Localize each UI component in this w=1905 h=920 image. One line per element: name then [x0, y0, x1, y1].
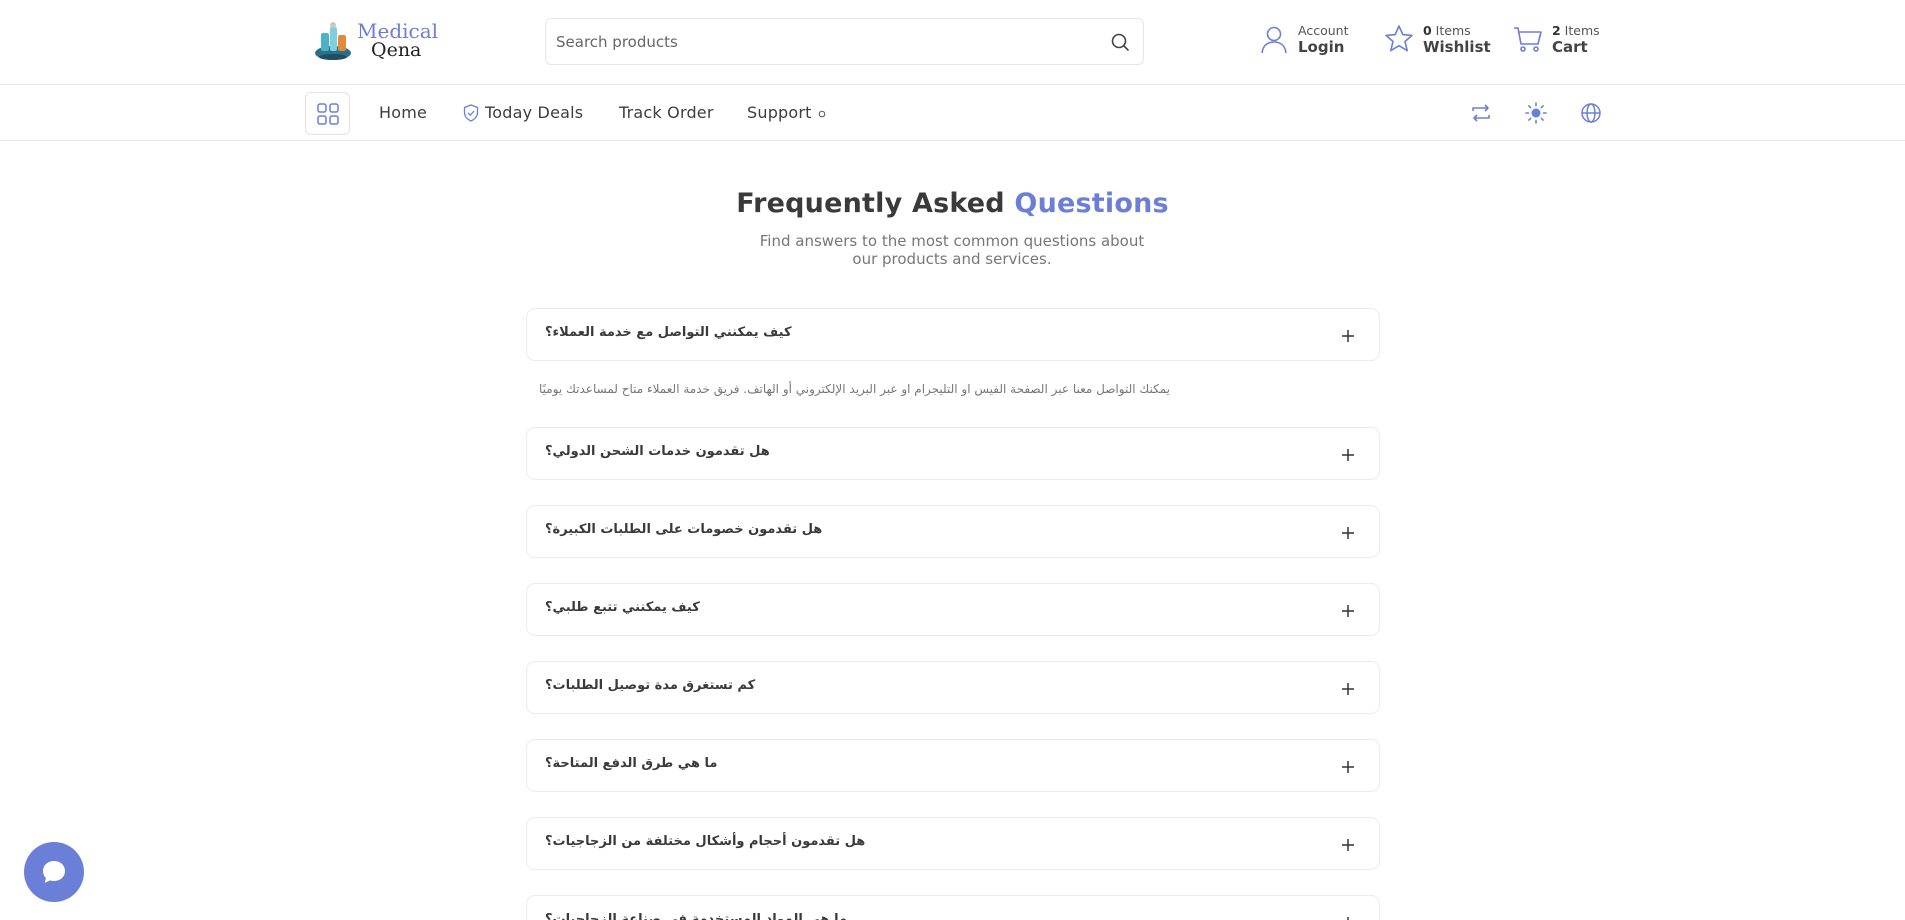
plus-icon[interactable] [1339, 602, 1357, 620]
wishlist-count: 0 [1423, 23, 1432, 38]
nav-support[interactable]: Support [747, 103, 826, 122]
cart-items-suffix: Items [1560, 23, 1600, 38]
account-label: Account [1298, 23, 1349, 38]
faq-item[interactable]: ما هي طرق الدفع المتاحة؟ [526, 739, 1380, 792]
dropdown-indicator-icon [818, 110, 825, 117]
star-icon [1385, 25, 1413, 52]
shield-check-icon [463, 103, 479, 122]
grid-icon [316, 102, 339, 125]
faq-question: ما هي المواد المستخدمة في صناعة الزجاجيا… [545, 912, 847, 920]
wishlist-items-suffix: Items [1431, 23, 1471, 38]
faq-item[interactable]: كم تستغرق مدة توصيل الطلبات؟ [526, 661, 1380, 714]
faq-question: هل تقدمون أحجام وأشكال مختلفة من الزجاجي… [545, 834, 866, 849]
plus-icon[interactable] [1339, 836, 1357, 854]
search-bar [545, 18, 1144, 65]
faq-question: كيف يمكنني تتبع طلبي؟ [545, 600, 700, 615]
faq-item[interactable]: كيف يمكنني التواصل مع خدمة العملاء؟ [526, 308, 1380, 361]
sun-icon[interactable] [1524, 101, 1548, 125]
globe-icon[interactable] [1579, 101, 1603, 125]
plus-icon[interactable] [1339, 327, 1357, 345]
cart-icon [1514, 27, 1542, 52]
plus-icon[interactable] [1339, 446, 1357, 464]
plus-icon[interactable] [1339, 680, 1357, 698]
faq-question: هل تقدمون خدمات الشحن الدولي؟ [545, 444, 770, 459]
nav-home[interactable]: Home [379, 103, 427, 122]
page-title-accent: Questions [1014, 188, 1169, 219]
plus-icon[interactable] [1339, 758, 1357, 776]
cart-count: 2 [1552, 23, 1561, 38]
logo-text-qena: Qena [371, 39, 422, 61]
nav-today-deals[interactable]: Today Deals [463, 103, 583, 122]
faq-question: كم تستغرق مدة توصيل الطلبات؟ [545, 678, 756, 693]
search-icon[interactable] [1109, 31, 1131, 53]
site-logo[interactable]: Medical Qena [311, 18, 438, 64]
account-login[interactable]: Account Login [1258, 22, 1348, 56]
nav-today-deals-label: Today Deals [485, 103, 584, 122]
user-icon [1261, 26, 1287, 54]
site-header: Medical Qena Account Login 0 Items Wishl… [0, 0, 1905, 85]
wishlist-link[interactable]: 0 Items Wishlist [1383, 22, 1491, 56]
main-nav: Home Today Deals Track Order Support [0, 85, 1905, 141]
category-menu-button[interactable] [305, 92, 350, 135]
page-subtitle: Find answers to the most common question… [759, 232, 1145, 268]
faq-answer: يمكنك التواصل معنا عبر الصفحة الفيس او ا… [539, 382, 1171, 396]
faq-item[interactable]: كيف يمكنني تتبع طلبي؟ [526, 583, 1380, 636]
page-title-main: Frequently Asked [736, 188, 1015, 219]
faq-item[interactable]: هل تقدمون خصومات على الطلبات الكبيرة؟ [526, 505, 1380, 558]
chat-widget-button[interactable] [24, 842, 84, 902]
plus-icon[interactable] [1339, 914, 1357, 920]
plus-icon[interactable] [1339, 524, 1357, 542]
search-input[interactable] [556, 32, 1076, 51]
wishlist-label: Wishlist [1423, 38, 1491, 56]
nav-support-label: Support [747, 103, 812, 122]
faq-question: كيف يمكنني التواصل مع خدمة العملاء؟ [545, 325, 792, 340]
page-title: Frequently Asked Questions [0, 188, 1905, 219]
login-label: Login [1298, 38, 1345, 56]
chat-bubble-icon [43, 861, 65, 883]
faq-question: هل تقدمون خصومات على الطلبات الكبيرة؟ [545, 522, 823, 537]
cart-link[interactable]: 2 Items Cart [1512, 22, 1600, 56]
faq-question: ما هي طرق الدفع المتاحة؟ [545, 756, 718, 771]
cart-label: Cart [1552, 38, 1588, 56]
faq-item[interactable]: هل تقدمون خدمات الشحن الدولي؟ [526, 427, 1380, 480]
logo-icon [315, 22, 351, 60]
faq-item[interactable]: هل تقدمون أحجام وأشكال مختلفة من الزجاجي… [526, 817, 1380, 870]
nav-track-order[interactable]: Track Order [619, 103, 714, 122]
compare-icon[interactable] [1469, 101, 1493, 125]
faq-item[interactable]: ما هي المواد المستخدمة في صناعة الزجاجيا… [526, 895, 1380, 920]
